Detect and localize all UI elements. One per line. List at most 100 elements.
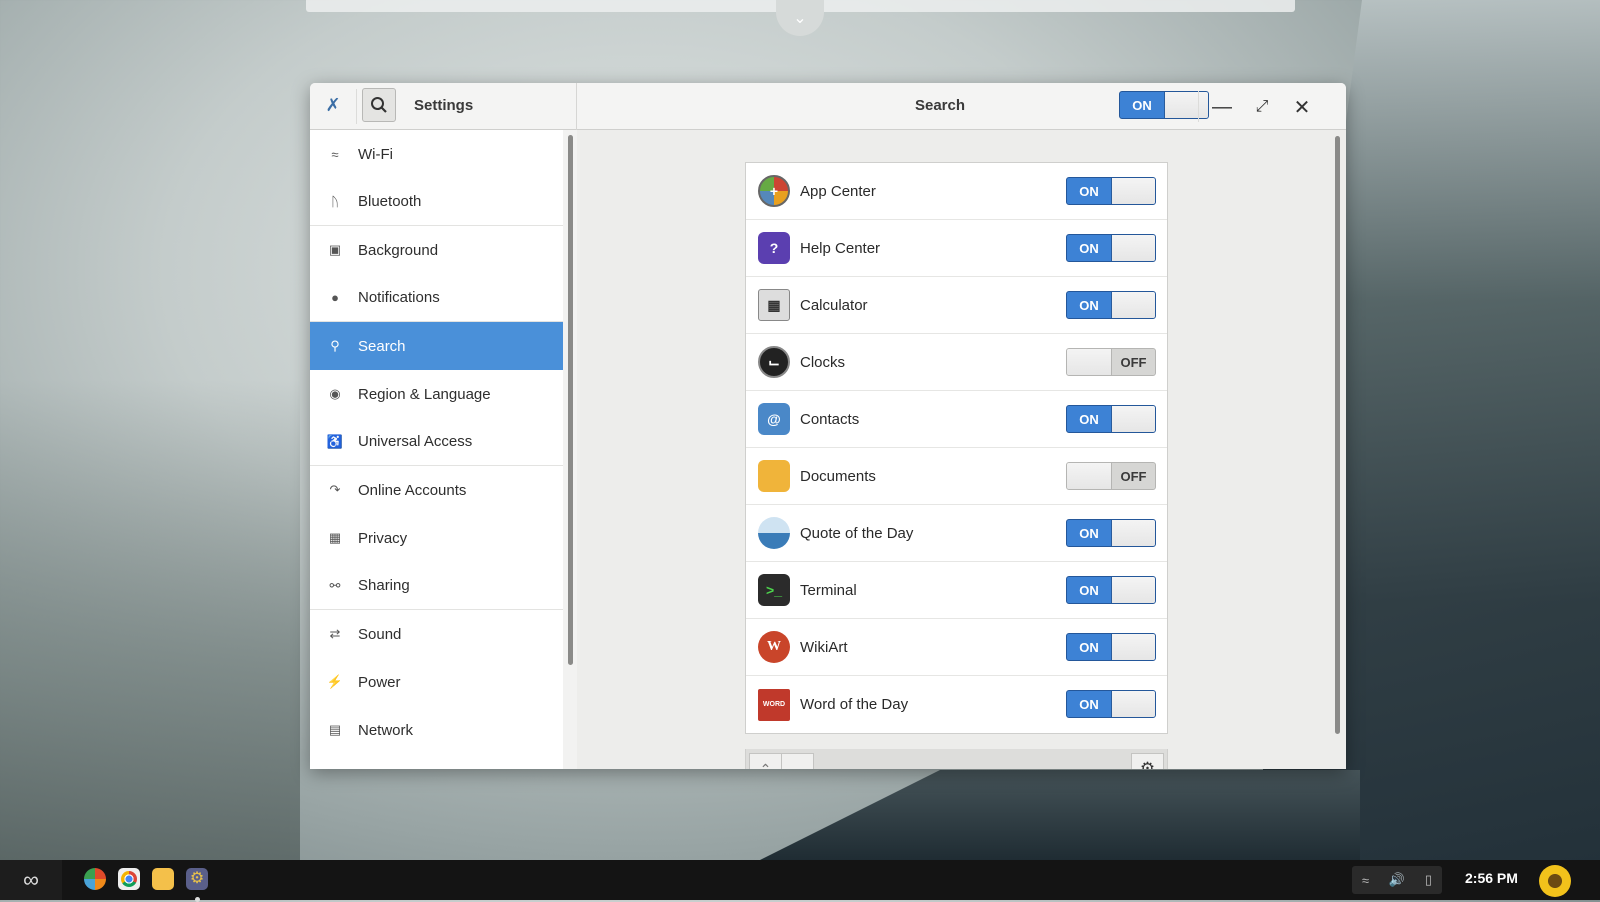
user-avatar[interactable] (1539, 865, 1571, 897)
app-title: Settings (414, 97, 474, 114)
notification-toggle-button[interactable]: ⌄ (776, 0, 824, 36)
provider-switch[interactable]: ON (1066, 633, 1156, 661)
accessibility-icon: ♿ (326, 433, 344, 449)
app-center-dock-icon[interactable] (84, 868, 106, 890)
network-icon: ▤ (328, 722, 342, 737)
minimize-button[interactable]: — (1208, 93, 1236, 121)
calculator-icon: ▦ (758, 289, 790, 321)
bluetooth-icon: ᚢ (331, 194, 339, 209)
provider-switch[interactable]: ON (1066, 405, 1156, 433)
sidebar-item-label: Online Accounts (358, 481, 467, 499)
search-provider-row: ⌙ Clocks OFF (746, 334, 1167, 391)
sidebar-item-privacy[interactable]: ▦ Privacy (310, 514, 563, 562)
move-up-button[interactable]: ⌃ (749, 753, 782, 769)
move-down-button[interactable]: ⌄ (781, 753, 814, 769)
switch-label: ON (1132, 97, 1152, 113)
provider-name: App Center (800, 182, 876, 200)
sidebar-item-label: Power (358, 673, 401, 691)
maximize-button[interactable]: ⤢ (1248, 93, 1276, 121)
provider-name: Documents (800, 467, 876, 485)
chevron-down-icon: ⌄ (793, 10, 807, 27)
provider-switch[interactable]: ON (1066, 177, 1156, 205)
divider (1198, 91, 1199, 122)
search-provider-row: @ Contacts ON (746, 391, 1167, 448)
sidebar-item-universal-access[interactable]: ♿ Universal Access (310, 418, 563, 466)
sidebar-item-search[interactable]: ⚲ Search (310, 322, 563, 370)
header-bar: ✗ Settings Search ON — ⤢ ✕ (310, 83, 1346, 130)
clock[interactable]: 2:56 PM (1465, 870, 1518, 886)
provider-name: Help Center (800, 239, 881, 257)
system-tray[interactable]: ≈ 🔊 ▯ (1352, 866, 1442, 894)
content-scrollbar[interactable] (1335, 136, 1340, 734)
sidebar: ≈ Wi-Fi ᚢ Bluetooth ▣ Background ● Notification… (310, 130, 563, 769)
sidebar-item-wi-fi[interactable]: ≈ Wi-Fi (310, 130, 563, 178)
app-center-icon: + (758, 175, 790, 207)
online-accounts-icon: ↷ (329, 482, 341, 497)
background-icon: ▣ (328, 242, 342, 257)
sidebar-item-sharing[interactable]: ⚯ Sharing (310, 562, 563, 610)
provider-switch[interactable]: OFF (1066, 348, 1156, 376)
sidebar-item-label: Network (358, 721, 414, 739)
switch-label: ON (1079, 240, 1099, 256)
sidebar-item-label: Sound (358, 625, 402, 643)
search-master-switch[interactable]: ON (1119, 91, 1209, 119)
search-provider-row: WORD Word of the Day ON (746, 676, 1167, 733)
sidebar-scrollbar[interactable] (568, 135, 573, 665)
battery-icon: ▯ (1424, 872, 1433, 887)
switch-label: ON (1079, 411, 1099, 427)
close-button[interactable]: ✕ (1288, 93, 1316, 121)
sidebar-item-region-language[interactable]: ◉ Region & Language (310, 370, 563, 418)
search-provider-row: W WikiArt ON (746, 619, 1167, 676)
search-icon (371, 97, 387, 113)
sidebar-item-background[interactable]: ▣ Background (310, 226, 563, 274)
switch-label: ON (1079, 582, 1099, 598)
header-left: ✗ Settings (310, 83, 577, 130)
chrome-dock-icon[interactable] (118, 868, 140, 890)
switch-knob (1111, 577, 1155, 603)
maximize-icon: ⤢ (1255, 98, 1269, 115)
settings-tools-icon: ✗ (325, 95, 341, 115)
close-icon: ✕ (1293, 96, 1311, 119)
wallpaper-rocks (760, 770, 1360, 860)
search-button[interactable] (362, 88, 396, 122)
sidebar-item-bluetooth[interactable]: ᚢ Bluetooth (310, 178, 563, 226)
quote-icon (758, 517, 790, 549)
provider-name: Calculator (800, 296, 868, 314)
files-dock-icon[interactable] (152, 868, 174, 890)
app-launcher-button[interactable]: ∞ (0, 860, 62, 900)
switch-knob (1111, 178, 1155, 204)
provider-name: Terminal (800, 581, 857, 599)
search-provider-row: Documents OFF (746, 448, 1167, 505)
chevron-down-icon: ⌄ (791, 760, 804, 770)
word-of-the-day-icon: WORD (758, 688, 790, 721)
sidebar-item-power[interactable]: ⚡ Power (310, 658, 563, 706)
sidebar-item-sound[interactable]: ⇄ Sound (310, 610, 563, 658)
provider-switch[interactable]: ON (1066, 234, 1156, 262)
sidebar-item-label: Privacy (358, 529, 408, 547)
provider-switch[interactable]: ON (1066, 519, 1156, 547)
minimize-icon: — (1212, 95, 1232, 118)
provider-settings-button[interactable]: ⚙ (1131, 753, 1164, 769)
search-provider-row: ? Help Center ON (746, 220, 1167, 277)
provider-name: WikiArt (800, 638, 848, 656)
search-icon: ⚲ (330, 338, 340, 353)
provider-switch[interactable]: ON (1066, 291, 1156, 319)
sidebar-item-label: Notifications (358, 289, 440, 306)
page-title: Search (914, 97, 966, 114)
provider-switch[interactable]: ON (1066, 576, 1156, 604)
sidebar-item-notifications[interactable]: ● Notifications (310, 274, 563, 322)
sidebar-item-network[interactable]: ▤ Network (310, 706, 563, 754)
sidebar-item-online-accounts[interactable]: ↷ Online Accounts (310, 466, 563, 514)
settings-dock-icon[interactable]: ⚙ (186, 868, 208, 890)
provider-switch[interactable]: OFF (1066, 462, 1156, 490)
sidebar-item-label: Background (358, 241, 439, 259)
switch-knob (1111, 406, 1155, 432)
sidebar-item-label: Region & Language (358, 385, 491, 403)
wikiart-icon: W (758, 631, 790, 663)
switch-knob (1111, 235, 1155, 261)
terminal-icon: >_ (758, 574, 790, 606)
help-center-icon: ? (758, 232, 790, 264)
provider-switch[interactable]: ON (1066, 690, 1156, 718)
switch-knob (1111, 292, 1155, 318)
switch-label: OFF (1120, 354, 1147, 370)
